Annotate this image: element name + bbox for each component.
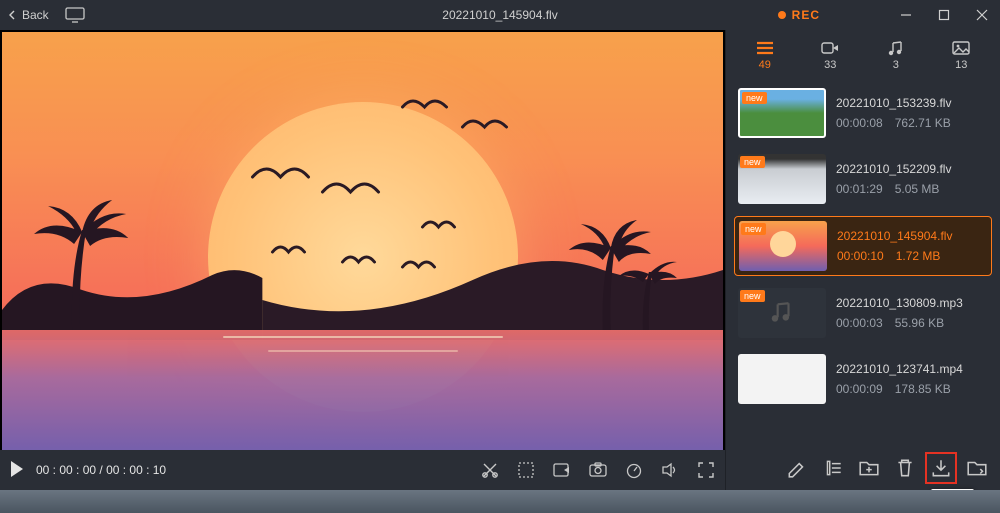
recording-filename: 20221010_130809.mp3 [836, 296, 963, 310]
recordings-sidebar: 49 33 3 13 new 20221010_153239.flv 00:00:0… [725, 30, 1000, 490]
recording-duration: 00:00:10 [837, 249, 884, 263]
current-filename: 20221010_145904.flv [300, 8, 700, 22]
player-controls: 00 : 00 : 00 / 00 : 00 : 10 [0, 450, 725, 490]
recording-filename: 20221010_153239.flv [836, 96, 951, 110]
rec-button[interactable]: REC [778, 8, 820, 22]
fullscreen-icon[interactable] [697, 461, 715, 479]
rec-dot-icon [778, 11, 786, 19]
back-label: Back [22, 8, 49, 22]
queue-icon[interactable] [822, 457, 844, 479]
recording-filename: 20221010_152209.flv [836, 162, 951, 176]
tab-all[interactable]: 49 [742, 41, 788, 71]
recording-meta: 20221010_145904.flv 00:00:10 1.72 MB [837, 229, 952, 263]
folder-add-icon[interactable] [858, 457, 880, 479]
recording-size: 178.85 KB [895, 382, 951, 396]
tab-audio[interactable]: 3 [873, 41, 919, 71]
new-badge: new [741, 223, 766, 235]
recording-thumbnail: new [739, 221, 827, 271]
desktop-background [0, 490, 1000, 513]
recording-thumbnail: new [738, 88, 826, 138]
list-icon [756, 41, 774, 57]
recording-meta: 20221010_152209.flv 00:01:29 5.05 MB [836, 162, 951, 196]
new-badge: new [740, 290, 765, 302]
sidebar-tools [726, 446, 1000, 490]
play-button[interactable] [10, 461, 24, 480]
delete-icon[interactable] [894, 457, 916, 479]
export-icon[interactable] [553, 461, 571, 479]
recording-meta: 20221010_153239.flv 00:00:08 762.71 KB [836, 96, 951, 130]
recording-duration: 00:01:29 [836, 182, 883, 196]
video-icon [821, 41, 839, 57]
timecode: 00 : 00 : 00 / 00 : 00 : 10 [36, 463, 166, 477]
folder-open-icon[interactable] [966, 457, 988, 479]
minimize-button[interactable] [894, 3, 918, 27]
trim-icon[interactable] [481, 461, 499, 479]
maximize-button[interactable] [932, 3, 956, 27]
rec-label: REC [792, 8, 820, 22]
chevron-left-icon [8, 10, 18, 20]
volume-icon[interactable] [661, 461, 679, 479]
recording-item[interactable]: new 20221010_152209.flv 00:01:29 5.05 MB [734, 150, 992, 208]
recordings-list: new20221010_153239.flv00:00:08762.71 KBn… [726, 78, 1000, 446]
tab-image[interactable]: 13 [938, 41, 984, 71]
rename-icon[interactable] [786, 457, 808, 479]
recording-item[interactable]: new 20221010_145904.flv 00:00:10 1.72 MB [734, 216, 992, 276]
recording-filename: 20221010_145904.flv [837, 229, 952, 243]
recording-size: 1.72 MB [896, 249, 941, 263]
recording-thumbnail: new [738, 154, 826, 204]
video-column: 00 : 00 : 00 / 00 : 00 : 10 [0, 30, 725, 490]
image-icon [952, 41, 970, 57]
recording-meta: 20221010_130809.mp3 00:00:03 55.96 KB [836, 296, 963, 330]
recording-item[interactable]: 20221010_123741.mp4 00:00:09 178.85 KB [734, 350, 992, 408]
recording-item[interactable]: new 20221010_153239.flv 00:00:08 762.71 KB [734, 84, 992, 142]
new-badge: new [740, 156, 765, 168]
recording-size: 55.96 KB [895, 316, 944, 330]
recording-thumbnail [738, 354, 826, 404]
recording-item[interactable]: new 20221010_130809.mp3 00:00:03 55.96 KB [734, 284, 992, 342]
back-button[interactable]: Back [8, 8, 49, 22]
close-button[interactable] [970, 3, 994, 27]
recording-size: 5.05 MB [895, 182, 940, 196]
titlebar: Back 20221010_145904.flv REC [0, 0, 1000, 30]
tab-video[interactable]: 33 [807, 41, 853, 71]
window-controls [894, 3, 994, 27]
recording-duration: 00:00:03 [836, 316, 883, 330]
recording-thumbnail: new [738, 288, 826, 338]
import-icon[interactable] [930, 457, 952, 479]
video-preview[interactable] [2, 32, 723, 450]
new-badge: new [742, 92, 767, 104]
recording-duration: 00:00:08 [836, 116, 883, 130]
recording-size: 762.71 KB [895, 116, 951, 130]
snapshot-icon[interactable] [589, 461, 607, 479]
display-icon[interactable] [65, 7, 85, 23]
music-icon [887, 41, 905, 57]
recording-meta: 20221010_123741.mp4 00:00:09 178.85 KB [836, 362, 963, 396]
palms-illustration [2, 170, 723, 340]
filter-tabs: 49 33 3 13 [726, 30, 1000, 78]
recording-filename: 20221010_123741.mp4 [836, 362, 963, 376]
crop-icon[interactable] [517, 461, 535, 479]
speed-icon[interactable] [625, 461, 643, 479]
recording-duration: 00:00:09 [836, 382, 883, 396]
